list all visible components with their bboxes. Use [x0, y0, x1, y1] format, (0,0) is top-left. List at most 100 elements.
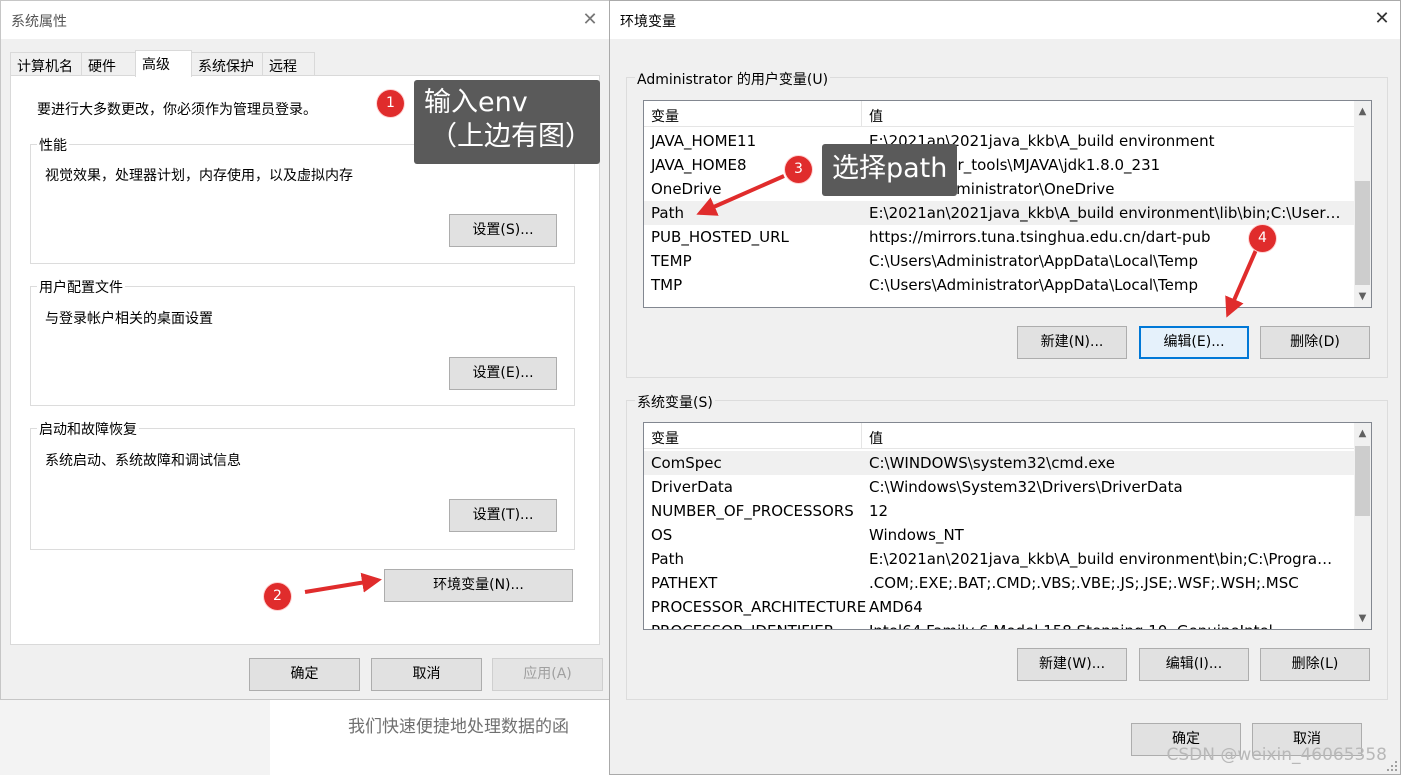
system-list-scrollbar[interactable]: ▲ ▼	[1354, 423, 1371, 629]
variable-value: C:\Users\Administrator\AppData\Local\Tem…	[869, 252, 1199, 270]
scroll-thumb[interactable]	[1355, 446, 1370, 516]
scroll-down-icon[interactable]: ▼	[1354, 288, 1371, 305]
user-profiles-label: 用户配置文件	[37, 277, 125, 297]
user-delete-button[interactable]: 删除(D)	[1260, 326, 1370, 359]
system-edit-button[interactable]: 编辑(I)...	[1139, 648, 1249, 681]
user-variable-row[interactable]: PUB_HOSTED_URL https://mirrors.tuna.tsing…	[644, 225, 1354, 249]
scroll-down-icon[interactable]: ▼	[1354, 610, 1371, 627]
variable-name: Path	[651, 204, 684, 222]
performance-description: 视觉效果，处理器计划，内存使用，以及虚拟内存	[45, 168, 353, 184]
variable-name: JAVA_HOME8	[651, 156, 747, 174]
background-panel	[0, 700, 270, 775]
variable-name: PATHEXT	[651, 574, 718, 592]
system-variable-row[interactable]: DriverData C:\Windows\System32\Drivers\Dr…	[644, 475, 1354, 499]
system-variables-list[interactable]: 变量 值 ComSpec C:\WINDOWS\system32\cmd.exe …	[643, 422, 1372, 630]
system-variable-row[interactable]: OS Windows_NT	[644, 523, 1354, 547]
ok-button[interactable]: 确定	[249, 658, 360, 691]
startup-recovery-settings-button[interactable]: 设置(T)...	[449, 499, 557, 532]
variable-name: OS	[651, 526, 673, 544]
variable-name: TEMP	[651, 252, 692, 270]
step-badge-3: 3	[785, 156, 812, 183]
user-list-scrollbar[interactable]: ▲ ▼	[1354, 101, 1371, 307]
scroll-up-icon[interactable]: ▲	[1354, 103, 1371, 120]
system-variable-row[interactable]: PROCESSOR_IDENTIFIER Intel64 Family 6 Mod…	[644, 619, 1354, 629]
step-badge-1: 1	[377, 90, 404, 117]
close-icon[interactable]: ✕	[581, 11, 599, 29]
variable-name: TMP	[651, 276, 683, 294]
tab-computer-name[interactable]: 计算机名	[10, 52, 82, 76]
scroll-thumb[interactable]	[1355, 181, 1370, 285]
performance-label: 性能	[37, 135, 69, 155]
variable-value: AMD64	[869, 598, 923, 616]
resize-grip-icon[interactable]	[1386, 760, 1398, 772]
callout-line-2: （上边有图）	[430, 121, 592, 152]
startup-recovery-label: 启动和故障恢复	[37, 419, 139, 439]
system-variable-row[interactable]: PROCESSOR_ARCHITECTURE AMD64	[644, 595, 1354, 619]
variable-name: DriverData	[651, 478, 733, 496]
admin-note: 要进行大多数更改，你必须作为管理员登录。	[37, 102, 317, 118]
system-variable-row[interactable]: Path E:\2021an\2021java_kkb\A_build envir…	[644, 547, 1354, 571]
tab-remote[interactable]: 远程	[262, 52, 315, 76]
variable-name: PUB_HOSTED_URL	[651, 228, 789, 246]
column-header-value[interactable]: 值	[869, 428, 883, 448]
user-variable-row[interactable]: JAVA_HOME11 E:\2021an\2021java_kkb\A_buil…	[644, 129, 1354, 153]
environment-variables-dialog: 环境变量 ✕ Administrator 的用户变量(U) 变量 值 JAVA_…	[609, 0, 1401, 775]
cancel-button[interactable]: 取消	[371, 658, 482, 691]
variable-value: Intel64 Family 6 Model 158 Stepping 10, …	[869, 622, 1344, 629]
variable-name: ComSpec	[651, 454, 722, 472]
list-header: 变量 值	[644, 423, 1354, 449]
user-variable-row-selected[interactable]: Path E:\2021an\2021java_kkb\A_build envir…	[644, 201, 1354, 225]
system-new-button[interactable]: 新建(W)...	[1017, 648, 1127, 681]
variable-name: JAVA_HOME11	[651, 132, 757, 150]
env-title-bar: 环境变量 ✕	[610, 1, 1400, 39]
title-bar: 系统属性 ✕	[1, 1, 609, 39]
watermark: CSDN @weixin_46065358	[1166, 745, 1387, 765]
user-edit-button[interactable]: 编辑(E)...	[1139, 326, 1249, 359]
user-variable-row[interactable]: OneDrive C:\Users\Administrator\OneDrive	[644, 177, 1354, 201]
system-variable-row-selected[interactable]: ComSpec C:\WINDOWS\system32\cmd.exe	[644, 451, 1354, 475]
user-variables-list[interactable]: 变量 值 JAVA_HOME11 E:\2021an\2021java_kkb\A…	[643, 100, 1372, 308]
variable-value: E:\2021an\2021java_kkb\A_build environme…	[869, 204, 1344, 222]
tab-hardware[interactable]: 硬件	[81, 52, 136, 76]
user-variable-row[interactable]: TEMP C:\Users\Administrator\AppData\Local…	[644, 249, 1354, 273]
callout-select-path: 选择path	[822, 144, 958, 196]
variable-name: Path	[651, 550, 684, 568]
step-badge-2: 2	[264, 583, 291, 610]
variable-name: PROCESSOR_IDENTIFIER	[651, 622, 834, 629]
variable-name: PROCESSOR_ARCHITECTURE	[651, 598, 867, 616]
system-variables-label: 系统变量(S)	[635, 392, 715, 412]
variable-value: 12	[869, 502, 889, 520]
background-article-text: 我们快速便捷地处理数据的函	[348, 717, 569, 737]
user-variable-row[interactable]: JAVA_HOME8 E:\developer_tools\MJAVA\jdk1.…	[644, 153, 1354, 177]
system-delete-button[interactable]: 删除(L)	[1260, 648, 1370, 681]
variable-value: C:\Users\Administrator\AppData\Local\Tem…	[869, 276, 1199, 294]
dialog-title: 系统属性	[11, 14, 67, 30]
scroll-up-icon[interactable]: ▲	[1354, 425, 1371, 442]
performance-settings-button[interactable]: 设置(S)...	[449, 214, 557, 247]
step-badge-4: 4	[1249, 225, 1276, 252]
apply-button[interactable]: 应用(A)	[492, 658, 603, 691]
user-profiles-description: 与登录帐户相关的桌面设置	[45, 311, 213, 327]
user-variable-row[interactable]: TMP C:\Users\Administrator\AppData\Local\…	[644, 273, 1354, 297]
variable-value: .COM;.EXE;.BAT;.CMD;.VBS;.VBE;.JS;.JSE;.…	[869, 574, 1299, 592]
user-profiles-settings-button[interactable]: 设置(E)...	[449, 357, 557, 390]
column-separator	[861, 101, 862, 126]
variable-name: OneDrive	[651, 180, 722, 198]
user-new-button[interactable]: 新建(N)...	[1017, 326, 1127, 359]
column-header-variable[interactable]: 变量	[651, 428, 679, 448]
column-header-variable[interactable]: 变量	[651, 106, 679, 126]
tab-system-protection[interactable]: 系统保护	[191, 52, 263, 76]
tab-advanced[interactable]: 高级	[135, 50, 192, 77]
startup-recovery-description: 系统启动、系统故障和调试信息	[45, 453, 241, 469]
environment-variables-button[interactable]: 环境变量(N)...	[384, 569, 573, 602]
system-variable-row[interactable]: PATHEXT .COM;.EXE;.BAT;.CMD;.VBS;.VBE;.JS…	[644, 571, 1354, 595]
variable-value: E:\2021an\2021java_kkb\A_build environme…	[869, 550, 1344, 568]
variable-name: NUMBER_OF_PROCESSORS	[651, 502, 854, 520]
column-header-value[interactable]: 值	[869, 106, 883, 126]
system-variable-row[interactable]: NUMBER_OF_PROCESSORS 12	[644, 499, 1354, 523]
env-close-icon[interactable]: ✕	[1373, 10, 1391, 28]
user-variables-label: Administrator 的用户变量(U)	[635, 69, 831, 89]
callout-line-1: 输入env	[424, 87, 528, 118]
callout-enter-env: 输入env （上边有图）	[414, 80, 600, 164]
column-separator	[861, 423, 862, 448]
